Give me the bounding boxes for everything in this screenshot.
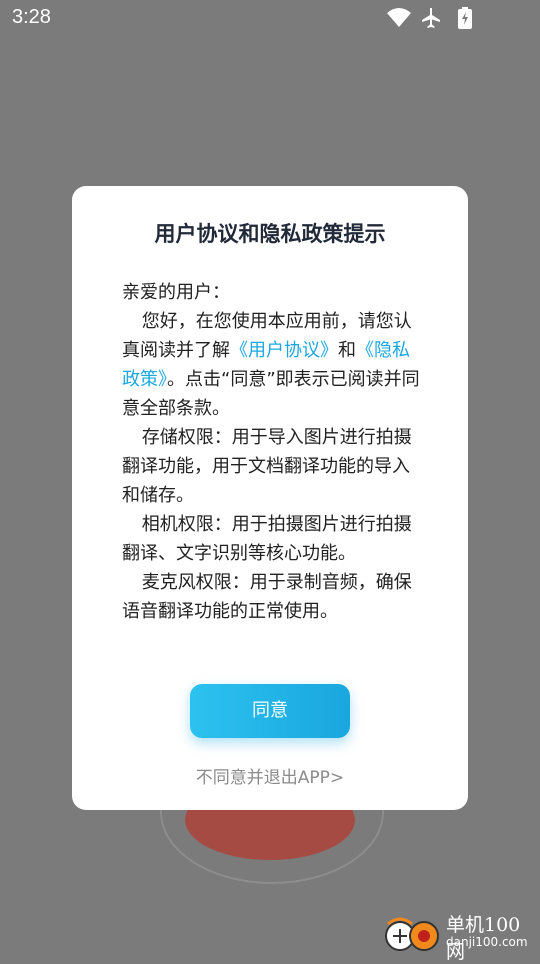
watermark-url: danji100.com (446, 935, 528, 949)
wifi-icon (387, 8, 411, 27)
watermark: 单机100网 danji100.com (384, 906, 534, 963)
status-time: 3:28 (12, 6, 51, 28)
agree-button[interactable]: 同意 (190, 684, 350, 738)
user-agreement-link[interactable]: 《用户协议》 (230, 340, 338, 361)
camera-permission-text: 相机权限：用于拍摄图片进行拍摄翻译、文字识别等核心功能。 (122, 514, 412, 564)
dialog-body: 亲爱的用户： 您好，在您使用本应用前，请您认真阅读并了解《用户协议》和《隐私政策… (122, 278, 422, 626)
battery-charging-icon (458, 7, 472, 29)
conjunction-text: 和 (338, 340, 356, 361)
dialog-title: 用户协议和隐私政策提示 (154, 222, 386, 246)
microphone-permission-text: 麦克风权限：用于录制音频，确保语音翻译功能的正常使用。 (122, 572, 412, 622)
disagree-exit-link[interactable]: 不同意并退出APP> (72, 763, 468, 788)
greeting-text: 亲爱的用户： (122, 282, 230, 303)
intro-paragraph: 您好，在您使用本应用前，请您认真阅读并了解《用户协议》和《隐私政策》。点击“同意… (122, 307, 422, 423)
watermark-logo-icon (385, 917, 439, 951)
airplane-mode-icon (422, 8, 440, 28)
storage-permission-text: 存储权限：用于导入图片进行拍摄翻译功能，用于文档翻译功能的导入和储存。 (122, 427, 412, 506)
privacy-dialog: 用户协议和隐私政策提示 亲爱的用户： 您好，在您使用本应用前，请您认真阅读并了解… (72, 186, 468, 810)
intro-suffix: 。点击“同意”即表示已阅读并同意全部条款。 (122, 369, 420, 419)
status-bar: 3:28 (0, 0, 540, 38)
